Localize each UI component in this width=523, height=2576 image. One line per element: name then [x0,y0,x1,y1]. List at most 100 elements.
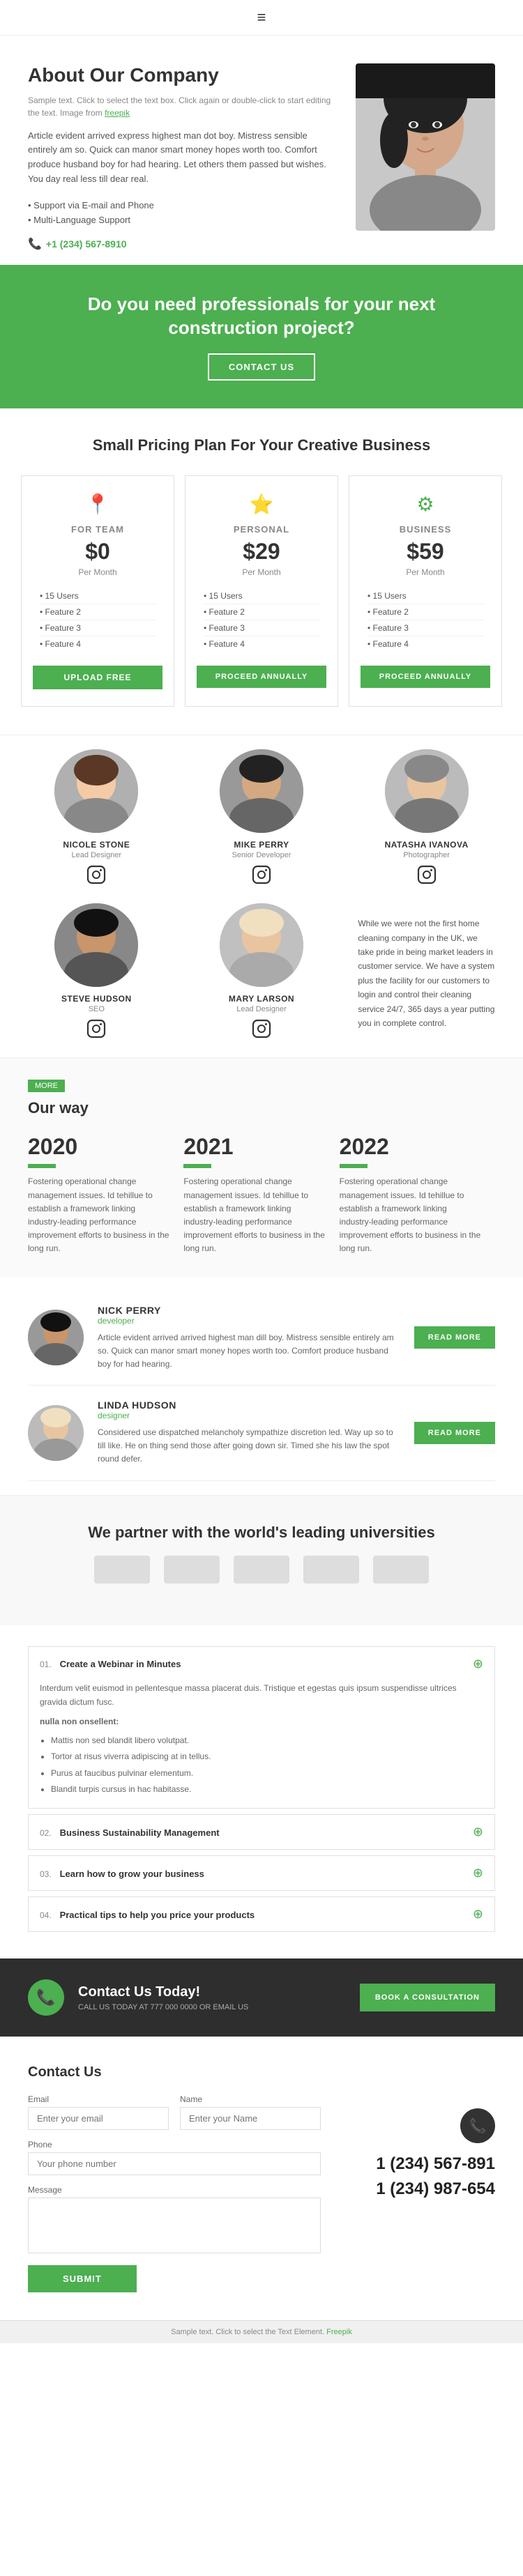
freepik-link[interactable]: freepik [105,108,130,118]
business-feature-2: • Feature 2 [367,604,483,620]
business-price: $59 [361,539,490,565]
faq-header-2[interactable]: 02. Business Sustainability Management ⊕ [29,1815,494,1849]
instagram-icon-2[interactable] [186,865,338,889]
faq-item-1: 01. Create a Webinar in Minutes ⊕ Interd… [28,1646,495,1809]
contact-form-right: 📞 1 (234) 567-891 1 (234) 987-654 [342,2094,495,2292]
faq-toggle-4[interactable]: ⊕ [473,1907,483,1922]
faq-question-label-3: 03. Learn how to grow your business [40,1868,204,1879]
faq-header-4[interactable]: 04. Practical tips to help you price you… [29,1897,494,1931]
personal-feature-1: • 15 Users [204,588,319,604]
contact-form-left: Email Name Phone Message SUBMIT [28,2094,321,2292]
timeline-text-2022: Fostering operational change management … [340,1175,481,1255]
faq-bullets-1: Mattis non sed blandit libero volutpat. … [40,1733,483,1797]
name-input[interactable] [180,2107,321,2130]
feature-2: • Multi-Language Support [28,213,335,227]
team-feature-3: • Feature 3 [40,620,156,636]
team-role-2: Senior Developer [186,851,338,859]
team-name-3: NATASHA IVANOVA [351,840,502,850]
phone-input[interactable] [28,2152,321,2175]
team-feature-2: • Feature 2 [40,604,156,620]
footer-link[interactable]: Freepik [326,2328,352,2336]
phone-label: Phone [28,2140,321,2149]
faq-bullet-1-3: Purus at faucibus pulvinar elementum. [51,1766,483,1780]
team-card-5: MARY LARSON Lead Designer [186,903,338,1043]
instagram-icon-3[interactable] [351,865,502,889]
instagram-icon-4[interactable] [21,1019,172,1043]
timeline-year-2022: 2022 [340,1134,481,1160]
faq-header-1[interactable]: 01. Create a Webinar in Minutes ⊕ [29,1647,494,1681]
green-banner: Do you need professionals for your next … [0,265,523,409]
faq-number-1: 01. [40,1659,52,1669]
personal-features: • 15 Users • Feature 2 • Feature 3 • Fea… [197,588,326,652]
faq-header-3[interactable]: 03. Learn how to grow your business ⊕ [29,1856,494,1890]
team-card-2: MIKE PERRY Senior Developer [186,749,338,889]
faq-toggle-3[interactable]: ⊕ [473,1866,483,1880]
profile-name-2: LINDA HUDSON [98,1400,400,1411]
team-role-3: Photographer [351,851,502,859]
profile-role-1: developer [98,1316,400,1326]
pricing-title: Small Pricing Plan For Your Creative Bus… [21,436,502,454]
phone-number-1: 1 (234) 567-891 [342,2154,495,2174]
profile-name-1: NICK PERRY [98,1305,400,1316]
banner-title: Do you need professionals for your next … [42,293,481,340]
profile-info-1: NICK PERRY developer Article evident arr… [98,1305,400,1372]
timeline-item-2021: 2021 Fostering operational change manage… [183,1134,339,1255]
uni-logos [28,1556,495,1584]
timeline: 2020 Fostering operational change manage… [28,1134,495,1255]
profile-text-2: Considered use dispatched melancholy sym… [98,1426,400,1466]
timeline-year-2021: 2021 [183,1134,325,1160]
faq-question-label-4: 04. Practical tips to help you price you… [40,1909,255,1920]
email-label: Email [28,2094,169,2104]
uni-logo-2 [164,1556,220,1584]
faq-toggle-2[interactable]: ⊕ [473,1825,483,1839]
team-name-1: NICOLE STONE [21,840,172,850]
business-feature-3: • Feature 3 [367,620,483,636]
contact-banner: 📞 Contact Us Today! CALL US TODAY AT 777… [0,1958,523,2037]
portrait-illustration [356,63,495,231]
phone-row: 📞 +1 (234) 567-8910 [28,237,335,251]
book-consultation-button[interactable]: BOOK A CONSULTATION [360,1984,495,2011]
read-more-button-2[interactable]: READ MORE [414,1422,495,1444]
proceed-annually-personal-button[interactable]: PROCEED ANNUALLY [197,666,326,688]
banner-heading: Contact Us Today! [78,1984,248,2000]
instagram-icon-5[interactable] [186,1019,338,1043]
submit-button[interactable]: SUBMIT [28,2265,137,2292]
team-price: $0 [33,539,162,565]
pricing-card-personal: ⭐ PERSONAL $29 Per Month • 15 Users • Fe… [185,475,338,707]
faq-toggle-1[interactable]: ⊕ [473,1657,483,1671]
profile-info-2: LINDA HUDSON designer Considered use dis… [98,1400,400,1466]
team-icon: 📍 [33,493,162,516]
about-title: About Our Company [28,63,335,87]
faq-item-2: 02. Business Sustainability Management ⊕ [28,1814,495,1850]
profile-card-2: LINDA HUDSON designer Considered use dis… [28,1386,495,1481]
email-input[interactable] [28,2107,169,2130]
upload-free-button[interactable]: UPLOAD FREE [33,666,162,689]
team-card-3: NATASHA IVANOVA Photographer [351,749,502,889]
faq-question-text-1: Create a Webinar in Minutes [60,1659,181,1669]
about-section: About Our Company Sample text. Click to … [0,36,523,265]
personal-label: PERSONAL [197,524,326,535]
form-row-email-name: Email Name [28,2094,321,2130]
contact-us-button[interactable]: CONTACT US [208,353,315,381]
name-label: Name [180,2094,321,2104]
team-about-text: While we were not the first home cleanin… [358,917,495,1030]
business-features: • 15 Users • Feature 2 • Feature 3 • Fea… [361,588,490,652]
banner-phone-icon: 📞 [28,1979,64,2016]
more-badge: MORE [28,1080,65,1092]
footer-text: Sample text. Click to select the Text El… [171,2328,324,2336]
uni-logo-4 [303,1556,359,1584]
faq-intro-1: Interdum velit euismod in pellentesque m… [40,1681,483,1710]
about-content: About Our Company Sample text. Click to … [28,63,335,251]
read-more-button-1[interactable]: READ MORE [414,1326,495,1349]
form-group-name: Name [180,2094,321,2130]
faq-bullet-1-2: Tortor at risus viverra adipiscing at in… [51,1749,483,1763]
form-group-email: Email [28,2094,169,2130]
proceed-annually-business-button[interactable]: PROCEED ANNUALLY [361,666,490,688]
message-input[interactable] [28,2198,321,2253]
timeline-year-2020: 2020 [28,1134,169,1160]
instagram-icon-1[interactable] [21,865,172,889]
personal-feature-2: • Feature 2 [204,604,319,620]
team-avatar-3 [385,749,469,833]
hamburger-icon[interactable]: ≡ [257,8,266,26]
team-avatar-1 [54,749,138,833]
